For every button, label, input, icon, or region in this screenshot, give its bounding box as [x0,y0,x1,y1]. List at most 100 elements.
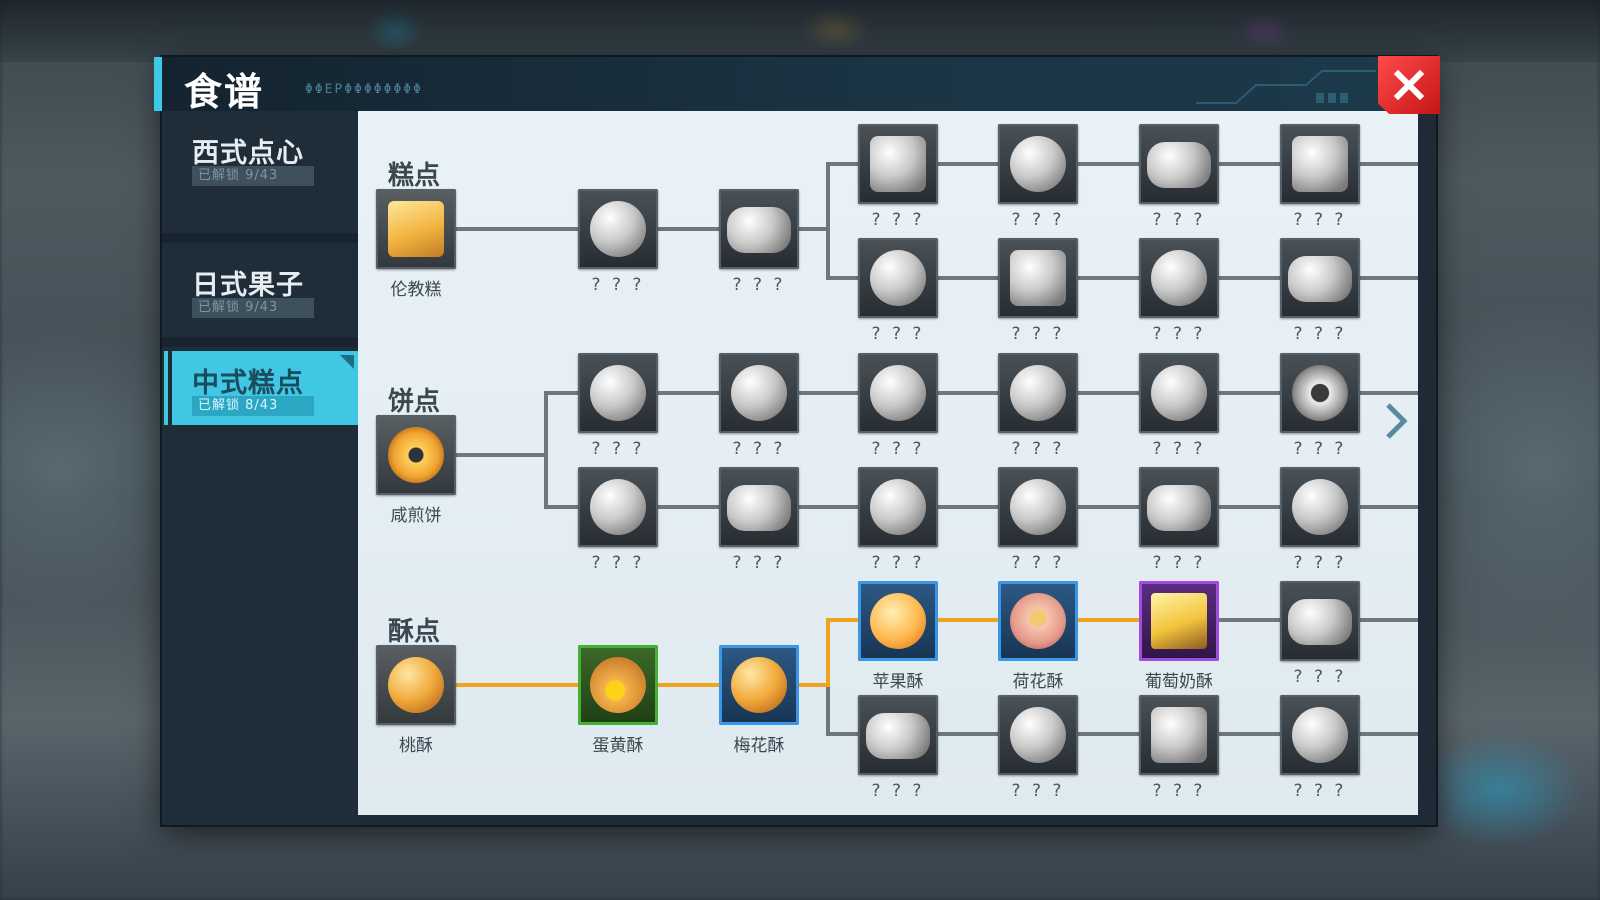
recipe-label: 荷花酥 [1012,672,1064,692]
round-pastry-icon [1010,707,1066,763]
recipe-label: ? ? ? [1011,553,1065,573]
recipe-tree-panel[interactable]: 糕点 饼点 酥点 伦教糕 ? ? ? ? ? ? ? ? ? ? ? ? ? ?… [358,111,1418,815]
plum-blossom-pastry-icon [731,657,787,713]
tab-chinese-pastries[interactable]: 中式糕点 已解锁 8/43 [164,351,358,425]
recipe-label: 梅花酥 [733,736,785,756]
recipe-label: ? ? ? [1293,324,1347,344]
egg-yolk-pastry-icon [590,657,646,713]
recipe-label: ? ? ? [732,553,786,573]
recipe-label: ? ? ? [1152,324,1206,344]
recipe-node-locked[interactable] [998,467,1078,547]
round-cake-icon [590,201,646,257]
recipe-label: 咸煎饼 [390,506,442,526]
recipe-node-london-cake[interactable] [376,189,456,269]
recipe-label: ? ? ? [732,439,786,459]
recipe-node-egg-yolk-pastry[interactable] [578,645,658,725]
recipe-node-locked[interactable] [998,353,1078,433]
leaf-cake-icon [727,207,791,253]
recipe-label: ? ? ? [871,439,925,459]
recipe-label: ? ? ? [1293,781,1347,801]
bowl-cake-icon [1151,250,1207,306]
sesame-cake-icon [870,250,926,306]
recipe-label: ? ? ? [591,275,645,295]
background-top-bar [0,0,1600,62]
recipe-node-locked[interactable] [858,467,938,547]
recipe-label: ? ? ? [732,275,786,295]
tab-label: 西式点心 [192,138,304,169]
recipe-node-locked[interactable] [1139,353,1219,433]
recipe-label: ? ? ? [1011,439,1065,459]
recipe-label: ? ? ? [871,553,925,573]
fan-pastry-icon [1010,136,1066,192]
window-header: 食谱 ΦΦΕΡΦΦΦΦΦΦΦΦ [154,57,1436,114]
flower-cake-icon [1010,479,1066,535]
recipe-node-locked[interactable] [1280,581,1360,661]
recipe-window: 食谱 ΦΦΕΡΦΦΦΦΦΦΦΦ 西式点心 已解锁 9/43 日式果子 已解锁 9… [154,57,1436,825]
scroll-right-arrow-icon[interactable] [1384,401,1408,441]
swirl-biscuit-icon [1292,479,1348,535]
window-title: 食谱 [184,70,265,114]
close-button[interactable] [1378,56,1440,114]
recipe-node-locked[interactable] [858,353,938,433]
recipe-node-walnut-cookie[interactable] [376,645,456,725]
recipe-label: ? ? ? [1152,210,1206,230]
recipe-label: ? ? ? [1293,439,1347,459]
recipe-node-apple-pastry[interactable] [858,581,938,661]
recipe-node-locked[interactable] [998,695,1078,775]
recipe-node-locked[interactable] [578,189,658,269]
lotus-pastry-icon [1010,593,1066,649]
recipe-node-locked[interactable] [1280,238,1360,318]
recipe-node-locked[interactable] [1139,695,1219,775]
recipe-node-locked[interactable] [1280,353,1360,433]
filled-biscuit-icon [1151,365,1207,421]
recipe-label: ? ? ? [1011,781,1065,801]
recipe-node-locked[interactable] [719,353,799,433]
recipe-node-locked[interactable] [578,467,658,547]
recipe-node-locked[interactable] [858,695,938,775]
tab-divider [162,233,358,243]
recipe-node-locked[interactable] [998,124,1078,204]
round-biscuit-icon [870,365,926,421]
tab-western-desserts[interactable]: 西式点心 已解锁 9/43 [162,121,358,195]
recipe-label: ? ? ? [871,210,925,230]
recipe-node-locked[interactable] [858,238,938,318]
header-accent [154,57,162,111]
recipe-node-locked[interactable] [1139,124,1219,204]
sponge-cake-icon [388,201,444,257]
apple-pastry-icon [870,593,926,649]
oval-biscuit-icon [1147,485,1211,531]
crust-biscuit-icon [727,485,791,531]
tab-unlock-count: 已解锁 8/43 [192,396,314,416]
recipe-label: 桃酥 [399,736,433,756]
recipe-node-locked[interactable] [719,467,799,547]
plate-pastry-icon [1288,599,1352,645]
tab-divider [162,337,358,347]
recipe-node-locked[interactable] [1280,695,1360,775]
section-title-cake: 糕点 [388,161,441,191]
section-title-pastry: 酥点 [388,617,441,647]
recipe-node-locked[interactable] [719,189,799,269]
recipe-node-locked[interactable] [998,238,1078,318]
tab-label: 日式果子 [192,270,304,301]
recipe-node-locked[interactable] [1139,238,1219,318]
recipe-node-locked[interactable] [578,353,658,433]
circuit-decoration [1196,70,1376,104]
bun-cake-icon [1292,136,1348,192]
recipe-node-plum-blossom-pastry[interactable] [719,645,799,725]
tab-unlock-count: 已解锁 9/43 [192,166,314,186]
recipe-node-salty-fried-cake[interactable] [376,415,456,495]
recipe-label: ? ? ? [1011,324,1065,344]
stamped-biscuit-icon [590,479,646,535]
recipe-node-locked[interactable] [858,124,938,204]
mooncake-icon [590,365,646,421]
recipe-node-locked[interactable] [1280,467,1360,547]
recipe-node-grape-milk-pastry[interactable] [1139,581,1219,661]
recipe-label: ? ? ? [1293,667,1347,687]
chunk-pastry-icon [1292,707,1348,763]
tab-japanese-sweets[interactable]: 日式果子 已解锁 9/43 [162,253,358,327]
recipe-node-lotus-pastry[interactable] [998,581,1078,661]
recipe-label: 葡萄奶酥 [1145,672,1213,692]
recipe-node-locked[interactable] [1280,124,1360,204]
tab-unlock-count: 已解锁 9/43 [192,298,314,318]
recipe-node-locked[interactable] [1139,467,1219,547]
